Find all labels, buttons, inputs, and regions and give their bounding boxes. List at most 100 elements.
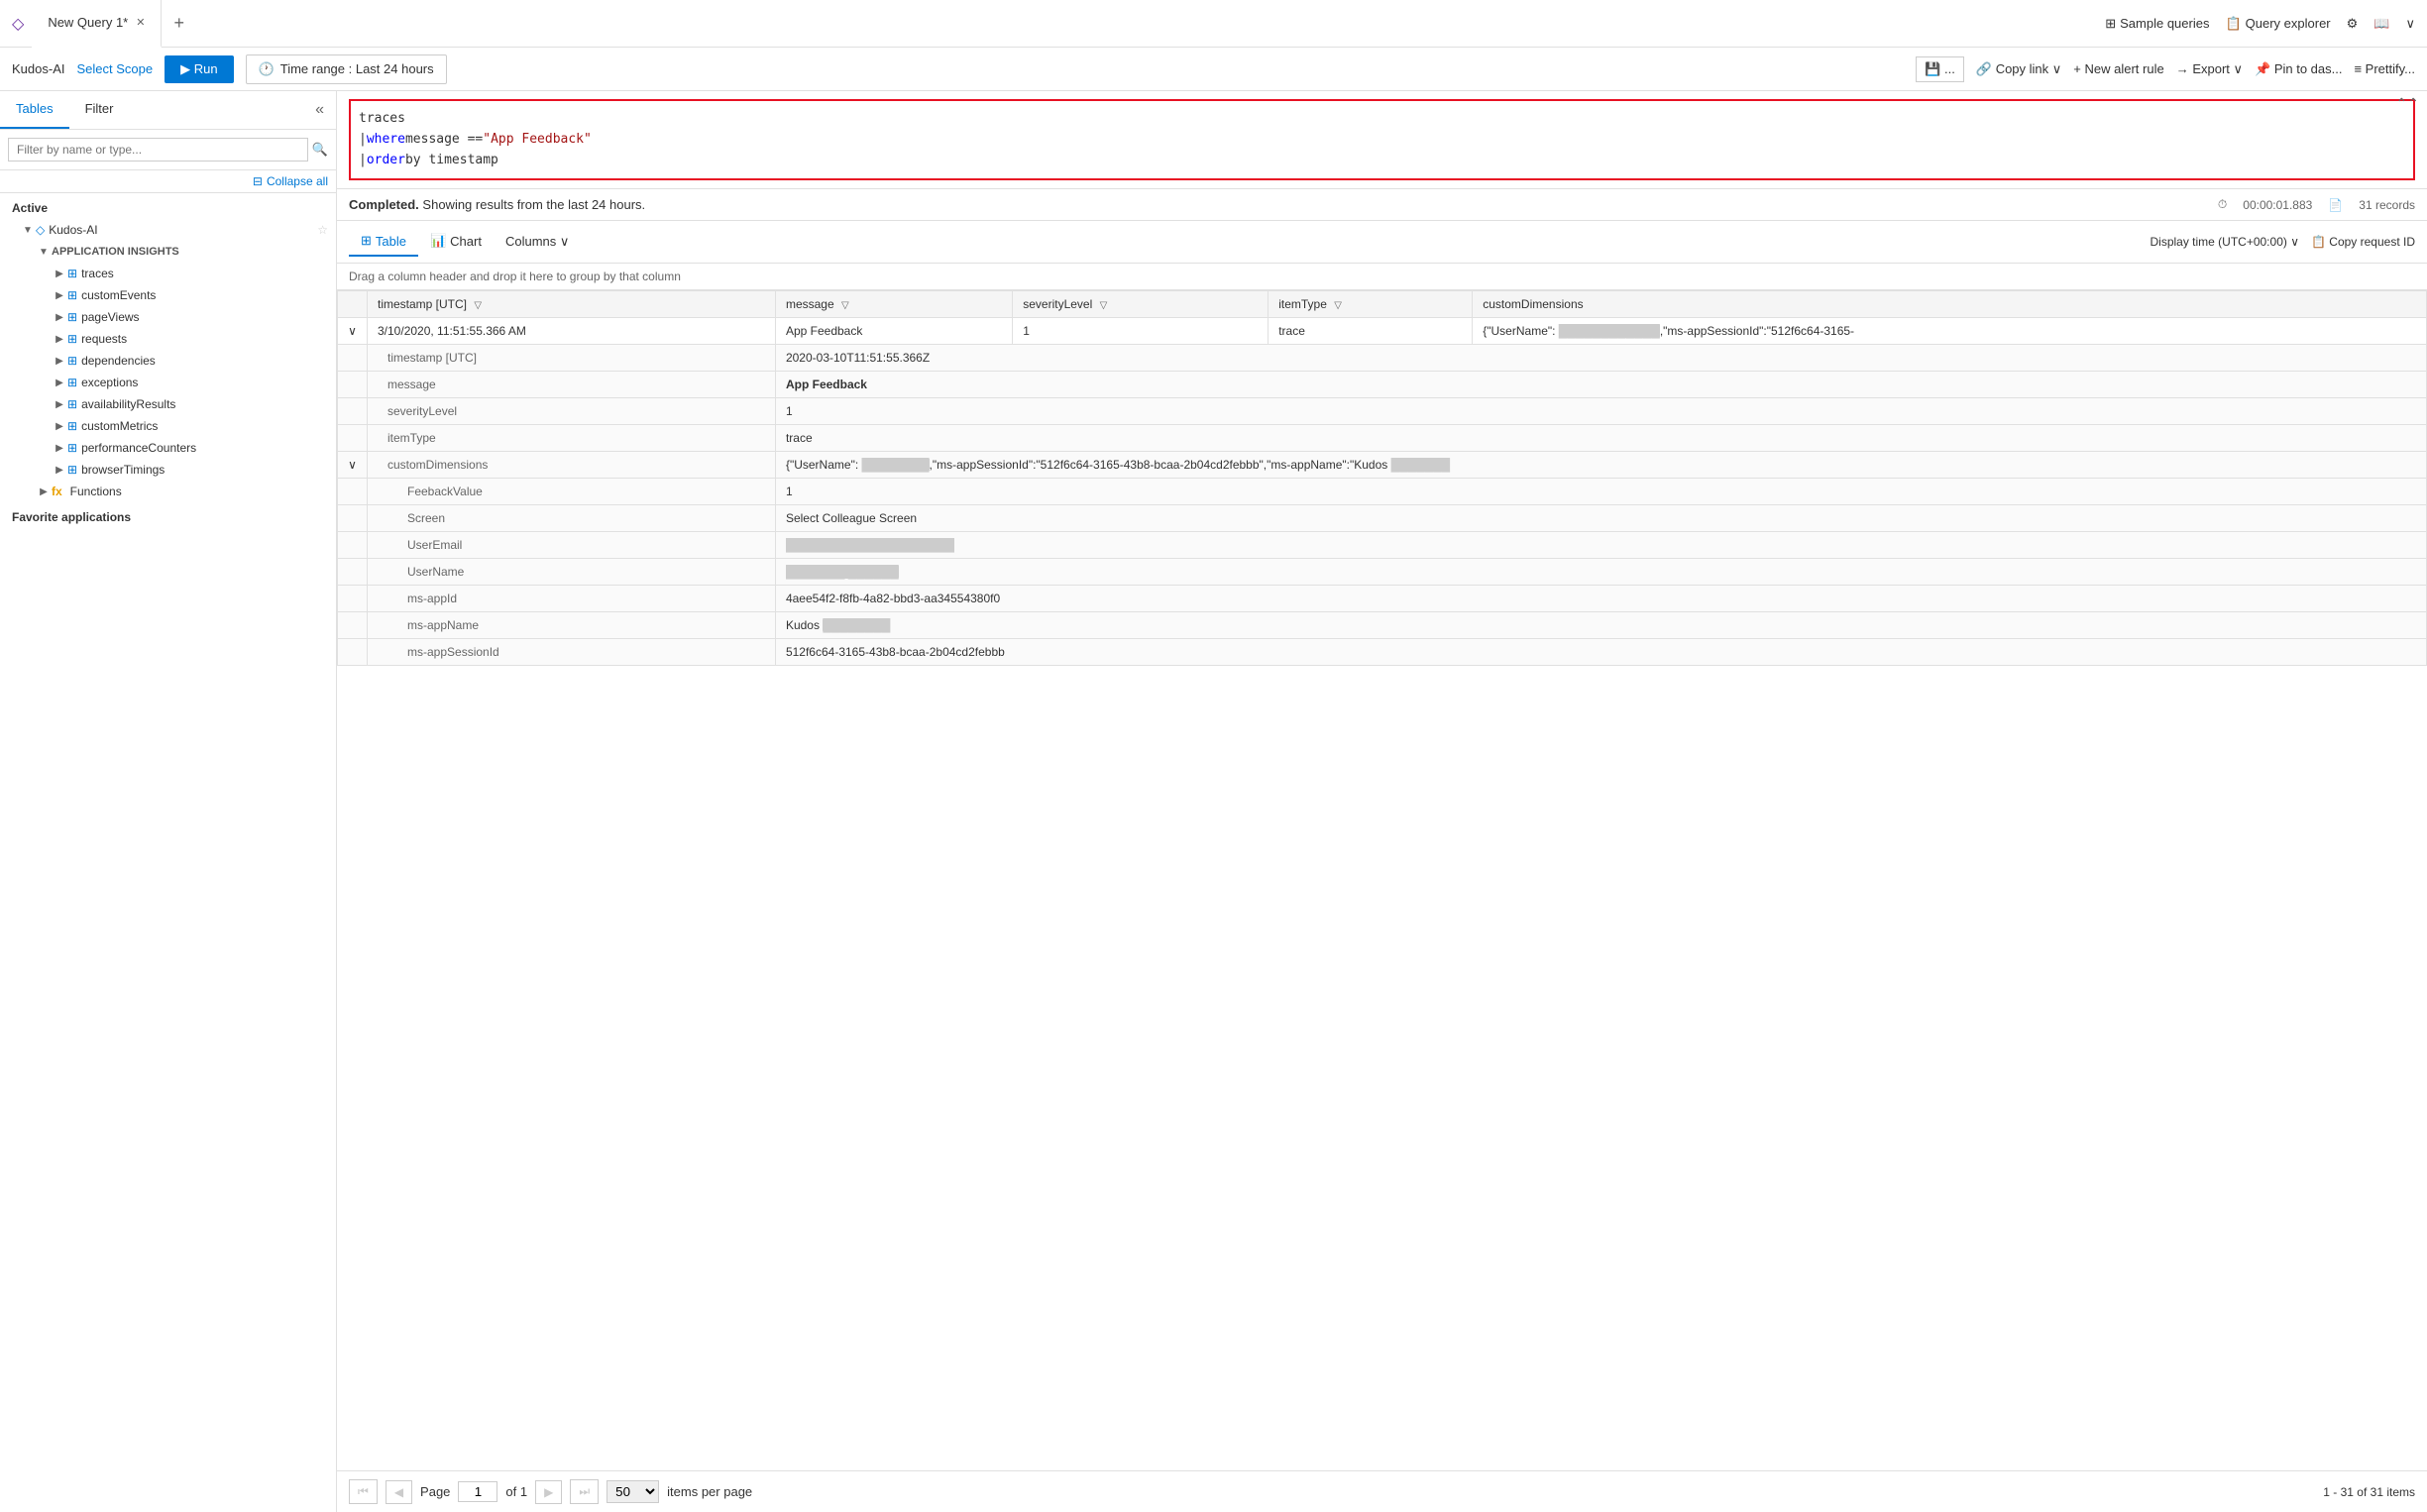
tree-item-performancecounters[interactable]: ▶ ⊞ performanceCounters (0, 437, 336, 459)
sidebar-tabs: Tables Filter « (0, 91, 336, 130)
tree-item-app-insights[interactable]: ▼ APPLICATION INSIGHTS (0, 241, 336, 263)
next-page-button[interactable]: ▶ (535, 1480, 562, 1504)
filter-icon[interactable]: ▽ (474, 300, 482, 311)
cell-customdimensions: {"UserName": ████████████,"ms-appSession… (1473, 318, 2427, 345)
expand-icon: ▶ (52, 462, 67, 478)
tree-item-dependencies[interactable]: ▶ ⊞ dependencies (0, 350, 336, 372)
chart-tab[interactable]: 📊 Chart (418, 227, 494, 257)
pagination: ⏮ ◀ Page of 1 ▶ ⏭ 50 100 200 items per p… (337, 1470, 2427, 1512)
table-icon: ⊞ (67, 376, 77, 389)
blurred-username-val: ███████ ██████ (786, 565, 899, 579)
tree-label: Functions (70, 485, 122, 498)
filter-icon[interactable]: ▽ (1100, 300, 1108, 311)
last-page-button[interactable]: ⏭ (570, 1479, 599, 1504)
subdetail-row-msappid: ms-appId 4aee54f2-f8fb-4a82-bbd3-aa34554… (338, 586, 2427, 612)
tree-item-browsertimings[interactable]: ▶ ⊞ browserTimings (0, 459, 336, 481)
of-label: of 1 (505, 1484, 527, 1499)
save-button[interactable]: 💾 ... (1916, 56, 1964, 82)
export-button[interactable]: → Export ∨ (2176, 61, 2243, 77)
tree-item-kudos-ai[interactable]: ▼ ◇ Kudos-AI ☆ (0, 219, 336, 241)
book-button[interactable]: 📖 (2373, 16, 2389, 32)
query-area: traces | where message == "App Feedback"… (337, 91, 2427, 1512)
table-row[interactable]: ∨ 3/10/2020, 11:51:55.366 AM App Feedbac… (338, 318, 2427, 345)
query-explorer-icon: 📋 (2225, 16, 2241, 32)
table-icon: ⊞ (67, 354, 77, 368)
table-icon: ⊞ (361, 233, 372, 249)
chart-tab-label: Chart (450, 234, 482, 249)
expand-icon: ▼ (36, 244, 52, 260)
table-tab[interactable]: ⊞ Table (349, 227, 418, 257)
filter-icon[interactable]: ▽ (841, 300, 849, 311)
tree-label: traces (81, 267, 114, 280)
tree-label: customEvents (81, 288, 156, 302)
editor-collapse-button[interactable]: ⌃⌃ (2396, 95, 2419, 112)
add-tab-button[interactable]: + (162, 13, 196, 34)
expand-customdimensions-icon[interactable]: ∨ (348, 458, 357, 472)
results-header: Completed. Showing results from the last… (337, 189, 2427, 221)
chevron-down-button[interactable]: ∨ (2405, 16, 2415, 32)
collapse-all-label: Collapse all (267, 174, 328, 188)
cell-severitylevel: 1 (1013, 318, 1269, 345)
pin-button[interactable]: 📌 Pin to das... (2255, 61, 2342, 77)
collapse-all-row: ⊟ Collapse all (0, 170, 336, 193)
first-page-button[interactable]: ⏮ (349, 1479, 378, 1504)
pin-star-icon[interactable]: ☆ (317, 223, 328, 237)
tree-item-functions[interactable]: ▶ fx Functions (0, 481, 336, 502)
expand-row-icon[interactable]: ∨ (348, 324, 357, 338)
filter-tab[interactable]: Filter (69, 91, 130, 129)
collapse-icon: ⊟ (253, 174, 263, 188)
completed-label: Completed. (349, 197, 419, 212)
items-per-page-select[interactable]: 50 100 200 (607, 1480, 659, 1503)
sample-queries-button[interactable]: ⊞ Sample queries (2105, 16, 2209, 32)
prettify-button[interactable]: ≡ Prettify... (2354, 61, 2415, 76)
code-line-3: | order by timestamp (359, 151, 2405, 171)
app-icon: ◇ (12, 14, 24, 34)
tables-tab[interactable]: Tables (0, 91, 69, 129)
tree-label: exceptions (81, 376, 138, 389)
columns-button[interactable]: Columns ∨ (494, 228, 581, 256)
col-customdimensions: customDimensions (1473, 291, 2427, 318)
row-expand-cell[interactable]: ∨ (338, 318, 368, 345)
sidebar-collapse-button[interactable]: « (303, 91, 336, 129)
workspace-name: Kudos-AI (12, 61, 64, 76)
copy-link-button[interactable]: 🔗 Copy link ∨ (1976, 61, 2061, 77)
code-editor[interactable]: traces | where message == "App Feedback"… (349, 99, 2415, 180)
tree-item-customevents[interactable]: ▶ ⊞ customEvents (0, 284, 336, 306)
new-alert-button[interactable]: + New alert rule (2073, 61, 2163, 76)
tree-item-availabilityresults[interactable]: ▶ ⊞ availabilityResults (0, 393, 336, 415)
filter-icon[interactable]: ▽ (1334, 300, 1342, 311)
active-tab[interactable]: New Query 1* ✕ (32, 0, 162, 48)
duration-value: 00:00:01.883 (2243, 198, 2312, 212)
tree-label: dependencies (81, 354, 156, 368)
expand-icon: ▶ (52, 331, 67, 347)
page-input[interactable] (458, 1481, 497, 1502)
tab-close-icon[interactable]: ✕ (136, 16, 145, 29)
copy-request-id-button[interactable]: 📋 Copy request ID (2311, 235, 2415, 249)
run-button[interactable]: ▶ Run (165, 55, 233, 83)
table-icon: ⊞ (67, 267, 77, 280)
settings-button[interactable]: ⚙ (2347, 16, 2359, 32)
collapse-all-button[interactable]: ⊟ Collapse all (253, 174, 328, 188)
display-time-button[interactable]: Display time (UTC+00:00) ∨ (2150, 235, 2299, 249)
filter-input[interactable] (8, 138, 308, 162)
select-scope-link[interactable]: Select Scope (76, 61, 153, 76)
detail-row-message: message App Feedback (338, 372, 2427, 398)
time-range-button[interactable]: 🕐 Time range : Last 24 hours (246, 54, 447, 84)
expand-icon: ▶ (52, 418, 67, 434)
expand-icon: ▶ (52, 375, 67, 390)
settings-icon: ⚙ (2347, 16, 2359, 32)
tree-item-requests[interactable]: ▶ ⊞ requests (0, 328, 336, 350)
table-icon: 📄 (2328, 198, 2343, 212)
tree-item-custommetrics[interactable]: ▶ ⊞ customMetrics (0, 415, 336, 437)
record-count: 31 records (2359, 198, 2415, 212)
tree-item-exceptions[interactable]: ▶ ⊞ exceptions (0, 372, 336, 393)
function-icon: fx (52, 485, 62, 498)
sidebar-content: Active ▼ ◇ Kudos-AI ☆ ▼ APPLICATION INSI… (0, 193, 336, 1512)
prev-page-button[interactable]: ◀ (386, 1480, 412, 1504)
tree-item-pageviews[interactable]: ▶ ⊞ pageViews (0, 306, 336, 328)
query-explorer-button[interactable]: 📋 Query explorer (2225, 16, 2330, 32)
copy-icon: 📋 (2311, 235, 2326, 249)
tree-label: browserTimings (81, 463, 165, 477)
tree-item-traces[interactable]: ▶ ⊞ traces (0, 263, 336, 284)
data-table-wrapper[interactable]: timestamp [UTC] ▽ message ▽ severityLeve… (337, 290, 2427, 1470)
